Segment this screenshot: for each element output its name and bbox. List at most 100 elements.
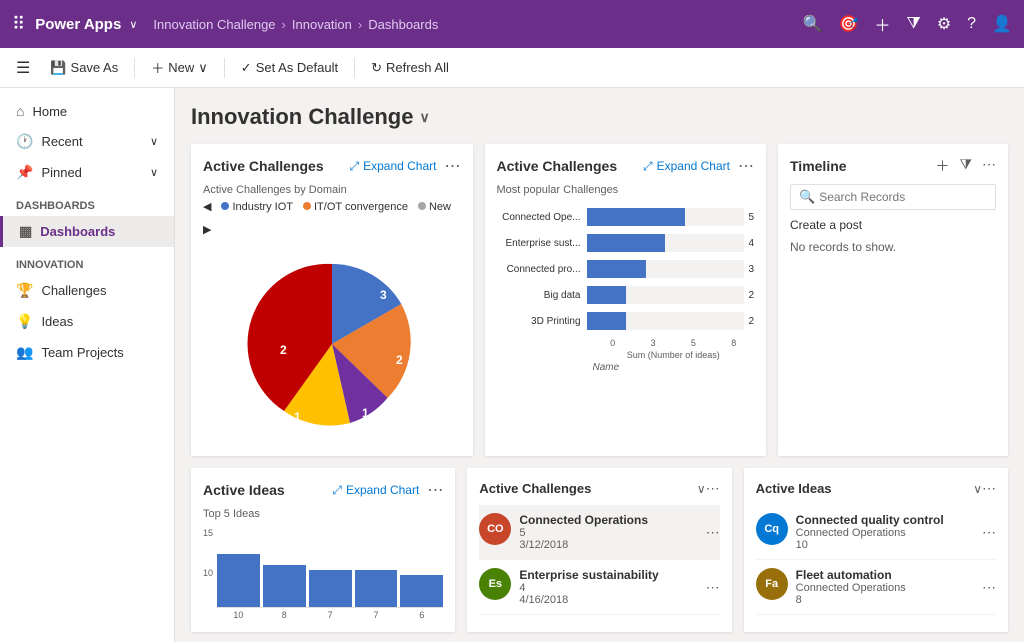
add-icon[interactable]: ＋: [875, 12, 891, 36]
bar-axis: 0 3 5 8: [497, 338, 755, 348]
pin-icon: 📌: [16, 164, 33, 181]
active-challenges-bar-card: Active Challenges ⤢ Expand Chart ⋯ Most …: [485, 144, 767, 456]
idea-item-1[interactable]: Cq Connected quality control Connected O…: [756, 505, 996, 560]
sidebar-item-home[interactable]: ⌂ Home: [0, 96, 174, 126]
brand-chevron[interactable]: ∨: [129, 18, 137, 31]
pie-legend: ◀ Industry IOT IT/OT convergence New ▶: [203, 200, 461, 236]
recent-chevron[interactable]: ∨: [150, 135, 158, 148]
grid-icon[interactable]: ⠿: [12, 14, 25, 35]
legend-item-iot: Industry IOT: [221, 201, 293, 213]
idea-avatar-2: Fa: [756, 568, 788, 600]
card2-actions: ⤢ Expand Chart ⋯: [643, 156, 754, 176]
toolbar-separator2: [224, 58, 225, 78]
refresh-icon: ↻: [371, 60, 382, 76]
new-icon: ＋: [151, 58, 164, 77]
timeline-search-input[interactable]: [819, 190, 987, 204]
dashboard-icon: ▦: [19, 223, 32, 240]
breadcrumb-page: Dashboards: [368, 17, 438, 32]
card2-expand-button[interactable]: ⤢ Expand Chart: [643, 159, 730, 174]
pinned-chevron[interactable]: ∨: [150, 166, 158, 179]
card1-title: Active Challenges: [203, 158, 324, 174]
idea-item-2[interactable]: Fa Fleet automation Connected Operations…: [756, 560, 996, 615]
pie-subtitle: Active Challenges by Domain: [203, 184, 461, 196]
filter-icon[interactable]: ⧩: [907, 15, 921, 33]
timeline-more-icon[interactable]: ⋯: [982, 156, 996, 176]
ideas-bar-1: [217, 554, 260, 607]
challenge-2-more[interactable]: ⋯: [706, 579, 720, 596]
page-title-chevron[interactable]: ∨: [419, 109, 429, 126]
team-icon: 👥: [16, 344, 33, 361]
main-layout: ⌂ Home 🕐 Recent ∨ 📌 Pinned ∨ Dashboards …: [0, 88, 1024, 642]
timeline-card: Timeline ＋ ⧩ ⋯ 🔍 Create a post No record…: [778, 144, 1008, 456]
legend-next[interactable]: ▶: [203, 223, 211, 236]
sidebar-item-dashboards[interactable]: ▦ Dashboards: [0, 216, 174, 247]
ideas-list: Cq Connected quality control Connected O…: [756, 505, 996, 615]
pie-chart: 3 2 1 1 2: [203, 244, 461, 444]
timeline-add-icon[interactable]: ＋: [936, 156, 950, 176]
challenge-1-more[interactable]: ⋯: [706, 524, 720, 541]
timeline-search-box[interactable]: 🔍: [790, 184, 996, 210]
sidebar-item-challenges[interactable]: 🏆 Challenges: [0, 275, 174, 306]
legend-prev[interactable]: ◀: [203, 200, 211, 213]
new-button[interactable]: ＋ New ∨: [143, 54, 216, 81]
ideas-expand-button[interactable]: ⤢ Expand Chart: [332, 483, 419, 498]
breadcrumb: Innovation Challenge › Innovation › Dash…: [153, 17, 438, 32]
breadcrumb-section: Innovation: [292, 17, 352, 32]
card2-header: Active Challenges ⤢ Expand Chart ⋯: [497, 156, 755, 176]
timeline-filter-icon[interactable]: ⧩: [960, 156, 973, 176]
svg-text:2: 2: [396, 353, 403, 367]
card1-expand-button[interactable]: ⤢ Expand Chart: [350, 159, 437, 174]
legend-item-new: New: [418, 201, 451, 213]
save-as-button[interactable]: 💾 Save As: [42, 56, 126, 80]
save-icon: 💾: [50, 60, 66, 76]
sidebar-item-ideas[interactable]: 💡 Ideas: [0, 306, 174, 337]
ideas-bar-5: [400, 575, 443, 607]
challenge-item-1[interactable]: CO Connected Operations 5 3/12/2018 ⋯: [479, 505, 719, 560]
legend-item-itot: IT/OT convergence: [303, 201, 408, 213]
active-challenges-list-card: Active Challenges ∨ ⋯ CO Connected Opera…: [467, 468, 731, 632]
sidebar-item-recent[interactable]: 🕐 Recent ∨: [0, 126, 174, 157]
check-icon: ✓: [241, 60, 252, 76]
card1-more-button[interactable]: ⋯: [445, 156, 461, 176]
bar-subtitle: Most popular Challenges: [497, 184, 755, 196]
idea-2-more[interactable]: ⋯: [982, 579, 996, 596]
card1-actions: ⤢ Expand Chart ⋯: [350, 156, 461, 176]
settings-icon[interactable]: ⚙: [937, 14, 951, 34]
challenges-chevron[interactable]: ∨: [697, 482, 706, 496]
search-icon[interactable]: 🔍: [803, 14, 823, 34]
card2-more-button[interactable]: ⋯: [738, 156, 754, 176]
dashboards-section-label: Dashboards: [0, 188, 174, 216]
expand-icon: ⤢: [350, 159, 360, 174]
ideas-chart-more[interactable]: ⋯: [427, 480, 443, 500]
ideas-chart-actions: ⤢ Expand Chart ⋯: [332, 480, 443, 500]
challenge-info-1: Connected Operations 5 3/12/2018: [519, 513, 697, 551]
challenges-list-header: Active Challenges ∨ ⋯: [479, 480, 719, 497]
ideas-chart-title: Active Ideas: [203, 482, 285, 498]
ideas-chevron[interactable]: ∨: [973, 482, 982, 496]
breadcrumb-app: Innovation Challenge: [153, 17, 275, 32]
sidebar-item-pinned[interactable]: 📌 Pinned ∨: [0, 157, 174, 188]
no-records-label: No records to show.: [790, 240, 996, 254]
target-icon[interactable]: 🎯: [839, 14, 859, 34]
ideas-chart-header: Active Ideas ⤢ Expand Chart ⋯: [203, 480, 443, 500]
idea-info-2: Fleet automation Connected Operations 8: [796, 568, 974, 606]
user-icon[interactable]: 👤: [992, 14, 1012, 34]
bar-chart: Connected Ope... 5 Enterprise sust... 4: [497, 204, 755, 377]
timeline-search-icon: 🔍: [799, 189, 815, 205]
page-title: Innovation Challenge ∨: [191, 104, 1008, 130]
brand-label[interactable]: Power Apps: [35, 16, 121, 33]
challenge-avatar-1: CO: [479, 513, 511, 545]
create-post-label[interactable]: Create a post: [790, 218, 996, 232]
ideas-list-more[interactable]: ⋯: [982, 480, 996, 497]
help-icon[interactable]: ?: [967, 15, 976, 33]
sidebar-item-team-projects[interactable]: 👥 Team Projects: [0, 337, 174, 368]
set-default-button[interactable]: ✓ Set As Default: [233, 56, 346, 80]
idea-1-more[interactable]: ⋯: [982, 524, 996, 541]
ideas-list-header: Active Ideas ∨ ⋯: [756, 480, 996, 497]
challenges-list-more[interactable]: ⋯: [706, 480, 720, 497]
refresh-button[interactable]: ↻ Refresh All: [363, 56, 457, 80]
ideas-bar-2: [263, 565, 306, 607]
new-chevron[interactable]: ∨: [198, 60, 208, 76]
hamburger-icon[interactable]: ☰: [16, 58, 30, 78]
challenge-item-2[interactable]: Es Enterprise sustainability 4 4/16/2018…: [479, 560, 719, 615]
